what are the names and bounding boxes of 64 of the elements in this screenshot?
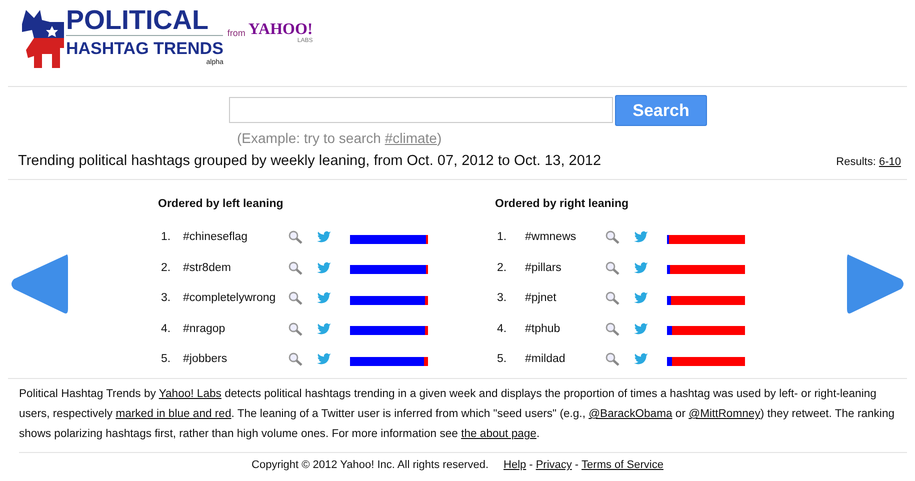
rank-number: 4. [160, 322, 172, 334]
rank-number: 1. [160, 231, 172, 243]
footer-link[interactable]: Help [504, 459, 526, 471]
search-icon[interactable] [288, 322, 303, 336]
rank-number: 2. [160, 262, 172, 274]
bird-icon[interactable] [317, 230, 332, 244]
hashtag-label: #chineseflag [183, 231, 249, 243]
rank-number: 2. [496, 262, 508, 274]
bird-icon[interactable] [634, 352, 649, 366]
rank-number: 3. [496, 292, 508, 304]
bird-icon[interactable] [634, 260, 649, 274]
copyright-text: Copyright © 2012 Yahoo! Inc. All rights reserved. [252, 459, 489, 471]
search-icon[interactable] [288, 260, 303, 274]
search-icon[interactable] [288, 230, 303, 244]
link-separator: - [574, 459, 579, 471]
search-icon[interactable] [605, 322, 620, 336]
hashtag-label: #str8dem [183, 262, 232, 274]
search-icon[interactable] [605, 291, 620, 305]
bird-icon[interactable] [317, 352, 332, 366]
rank-number: 3. [160, 292, 172, 304]
search-example: (Example: try to search #climate) [237, 130, 443, 146]
rank-number: 1. [496, 231, 508, 243]
list-heading: Ordered by left leaning [158, 198, 284, 210]
search-icon[interactable] [605, 260, 620, 274]
text-link[interactable]: marked in blue and red [116, 408, 232, 420]
text-link[interactable]: @BarackObama [588, 408, 672, 420]
bird-icon[interactable] [634, 291, 649, 305]
hashtag-label: #completelywrong [183, 292, 277, 304]
search-icon[interactable] [288, 352, 303, 366]
link-separator: - [529, 459, 533, 471]
search-icon[interactable] [605, 352, 620, 366]
footer-link[interactable]: Terms of Service [582, 459, 664, 471]
footer-link[interactable]: Privacy [536, 459, 572, 471]
search-icon[interactable] [605, 230, 620, 244]
rank-number: 4. [496, 322, 508, 334]
bird-icon[interactable] [317, 260, 332, 274]
search-field[interactable] [229, 97, 613, 123]
hashtag-label: #pjnet [525, 292, 558, 304]
text-link[interactable]: Yahoo! Labs [158, 388, 222, 400]
hashtag-label: #jobbers [183, 353, 228, 365]
results-link[interactable]: 6-10 [878, 156, 901, 168]
from-label: from [227, 28, 246, 38]
hashtag-label: #mildad [525, 353, 566, 365]
about-paragraph: Political Hashtag Trends by Yahoo! Labs detects political hashtags trending in a given week and displays the proportion of times a hashtag was used by left- or right-leaning users, respectively marked in blue and red. The leaning of a Twitter user is inferred from which "seed users" (e.g., @BarackObama or @MittRomney) they retweet. The ranking shows polarizing hashtags first, rather than high volume ones. For more information see the about page. [19, 384, 907, 453]
hashtag-label: #tphub [525, 322, 562, 334]
logo-subtitle: HASHTAG TRENDS [66, 39, 224, 58]
hashtag-label: #nragop [183, 322, 226, 334]
text-link[interactable]: the about page [461, 428, 536, 440]
list-heading: Ordered by right leaning [495, 198, 630, 210]
bird-icon[interactable] [317, 322, 332, 336]
hashtag-label: #pillars [525, 262, 562, 274]
text-link[interactable]: @MittRomney [688, 408, 760, 420]
example-link[interactable]: #climate [384, 130, 437, 146]
rank-number: 5. [160, 353, 172, 365]
bird-icon[interactable] [634, 230, 649, 244]
bird-icon[interactable] [317, 291, 332, 305]
search-icon[interactable] [288, 291, 303, 305]
logo-title: POLITICAL [66, 6, 224, 36]
rank-number: 5. [496, 353, 508, 365]
results-label: Results: 6-10 [836, 156, 902, 168]
summary-text: Trending political hashtags grouped by weekly leaning, from Oct. 07, 2012 to Oct. 13, 2012 [18, 153, 602, 169]
hashtag-label: #wmnews [525, 231, 578, 243]
bird-icon[interactable] [634, 322, 649, 336]
yahoo-logo-text: YAHOO! [248, 22, 313, 38]
